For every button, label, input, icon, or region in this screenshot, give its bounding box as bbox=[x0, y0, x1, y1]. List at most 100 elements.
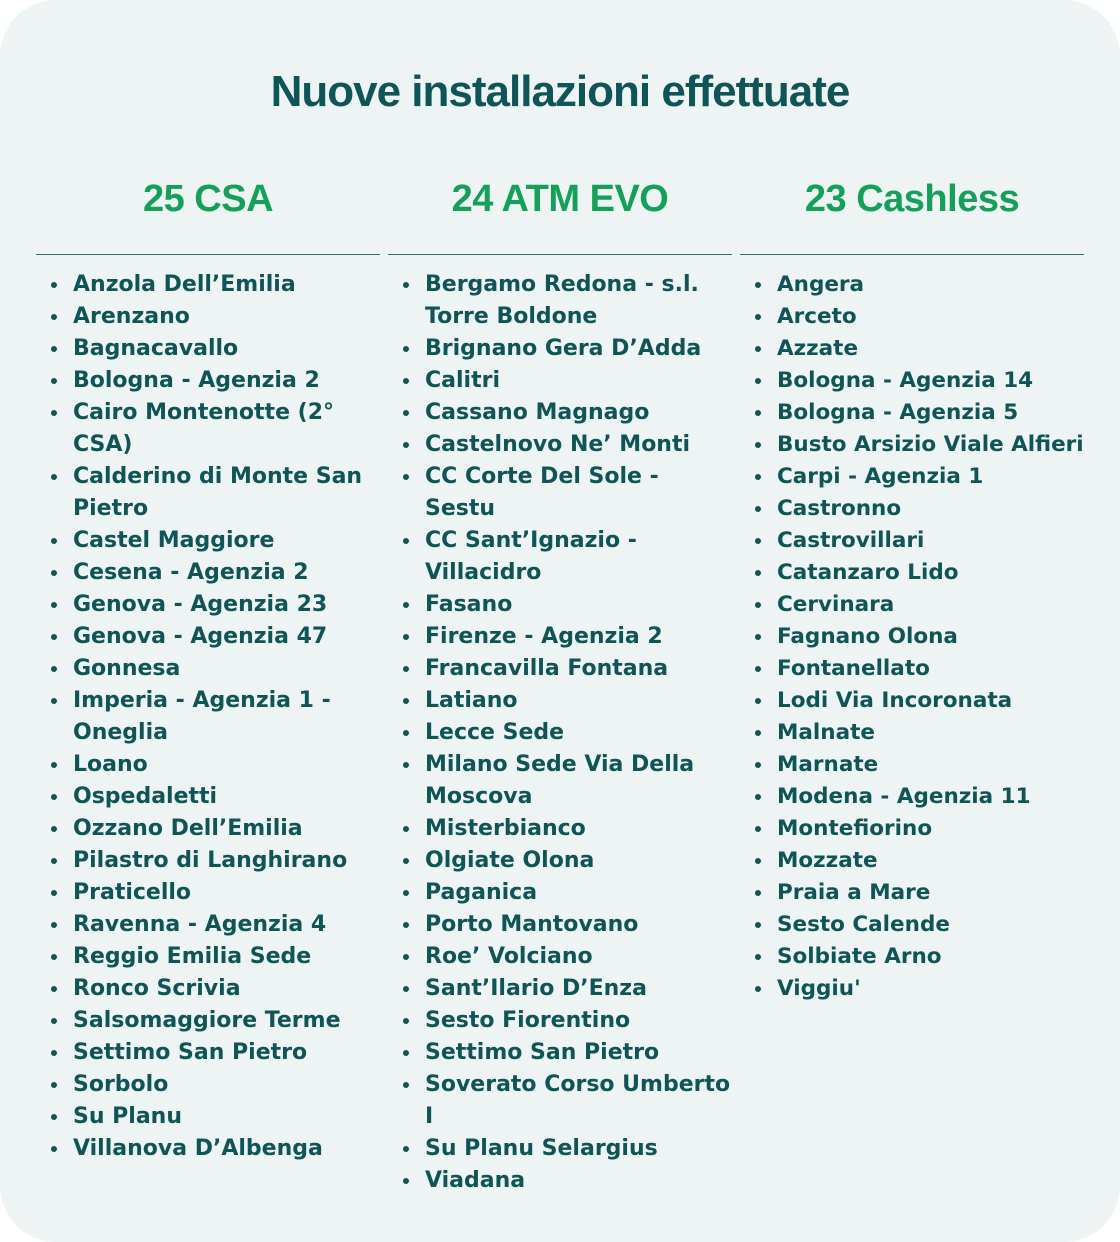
bullet-icon bbox=[403, 1178, 409, 1184]
list-item-label: Pilastro di Langhirano bbox=[73, 848, 348, 873]
list-item-label: Azzate bbox=[777, 336, 859, 361]
location-list: Anzola Dell’Emilia Arenzano Bagnacavallo Bo… bbox=[36, 269, 380, 1165]
bullet-icon bbox=[51, 954, 57, 960]
list-item: Ozzano Dell’Emilia bbox=[36, 813, 380, 845]
bullet-icon bbox=[51, 282, 57, 288]
bullet-icon bbox=[755, 314, 761, 320]
list-item-label: Genova - Agenzia 47 bbox=[73, 624, 328, 649]
bullet-icon bbox=[403, 890, 409, 896]
bullet-icon bbox=[755, 346, 761, 352]
list-item-label: Carpi - Agenzia 1 bbox=[777, 464, 984, 489]
bullet-icon bbox=[403, 634, 409, 640]
bullet-icon bbox=[755, 410, 761, 416]
list-item: Imperia - Agenzia 1 - Oneglia bbox=[36, 685, 380, 749]
list-item: Calderino di Monte San Pietro bbox=[36, 461, 380, 525]
list-item-label: Modena - Agenzia 11 bbox=[777, 784, 1031, 809]
list-item-label: Su Planu bbox=[73, 1104, 183, 1129]
list-item: Ronco Scrivia bbox=[36, 973, 380, 1005]
location-list: Bergamo Redona - s.l. Torre Boldone Brign… bbox=[388, 269, 732, 1197]
bullet-icon bbox=[403, 474, 409, 480]
bullet-icon bbox=[403, 442, 409, 448]
list-item: Reggio Emilia Sede bbox=[36, 941, 380, 973]
list-item-label: Busto Arsizio Viale Alfieri bbox=[777, 432, 1084, 457]
list-item-label: Genova - Agenzia 23 bbox=[73, 592, 328, 617]
column-heading: 24 ATM EVO bbox=[451, 178, 669, 220]
list-item: Cervinara bbox=[740, 589, 1084, 621]
list-item: Sesto Fiorentino bbox=[388, 1005, 732, 1037]
bullet-icon bbox=[51, 346, 57, 352]
column-heading: 25 CSA bbox=[142, 178, 274, 220]
bullet-icon bbox=[755, 890, 761, 896]
column-divider bbox=[388, 254, 732, 255]
bullet-icon bbox=[403, 1018, 409, 1024]
bullet-icon bbox=[755, 506, 761, 512]
list-item-label: Olgiate Olona bbox=[425, 848, 595, 873]
list-item-label: Villanova D’Albenga bbox=[73, 1136, 323, 1161]
bullet-icon bbox=[403, 986, 409, 992]
list-item: Porto Mantovano bbox=[388, 909, 732, 941]
list-item-label: Bologna - Agenzia 5 bbox=[777, 400, 1019, 425]
list-item: Pilastro di Langhirano bbox=[36, 845, 380, 877]
bullet-icon bbox=[51, 1018, 57, 1024]
bullet-icon bbox=[51, 762, 57, 768]
column-divider bbox=[740, 254, 1084, 255]
list-item-label: Viadana bbox=[425, 1168, 526, 1193]
bullet-icon bbox=[755, 858, 761, 864]
bullet-icon bbox=[403, 602, 409, 608]
bullet-icon bbox=[755, 538, 761, 544]
list-item-label: Lodi Via Incoronata bbox=[777, 688, 1013, 713]
column-heading: 23 Cashless bbox=[804, 178, 1020, 220]
bullet-icon bbox=[403, 922, 409, 928]
bullet-icon bbox=[403, 1146, 409, 1152]
location-list: Angera Arceto Azzate Bologna - Agenzia 14 Bo… bbox=[740, 269, 1084, 1005]
list-item-label: Cesena - Agenzia 2 bbox=[73, 560, 309, 585]
bullet-icon bbox=[51, 826, 57, 832]
list-item: Roe’ Volciano bbox=[388, 941, 732, 973]
list-item-label: Castelnovo Ne’ Monti bbox=[425, 432, 691, 457]
bullet-icon bbox=[755, 794, 761, 800]
bullet-icon bbox=[51, 410, 57, 416]
list-item: Fontanellato bbox=[740, 653, 1084, 685]
list-item-label: Ronco Scrivia bbox=[73, 976, 241, 1001]
list-item-label: Mozzate bbox=[777, 848, 878, 873]
bullet-icon bbox=[755, 762, 761, 768]
list-item-label: Castel Maggiore bbox=[73, 528, 275, 553]
list-item: Malnate bbox=[740, 717, 1084, 749]
list-item-label: Latiano bbox=[425, 688, 518, 713]
list-item: Cesena - Agenzia 2 bbox=[36, 557, 380, 589]
bullet-icon bbox=[51, 666, 57, 672]
bullet-icon bbox=[51, 570, 57, 576]
list-item: Angera bbox=[740, 269, 1084, 301]
list-item-label: Cassano Magnago bbox=[425, 400, 650, 425]
list-item-label: Arenzano bbox=[73, 304, 190, 329]
bullet-icon bbox=[755, 602, 761, 608]
bullet-icon bbox=[403, 698, 409, 704]
list-item-label: CC Corte Del Sole - Sestu bbox=[425, 464, 659, 521]
bullet-icon bbox=[755, 666, 761, 672]
list-item: Castelnovo Ne’ Monti bbox=[388, 429, 732, 461]
list-item: Viggiu' bbox=[740, 973, 1084, 1005]
bullet-icon bbox=[755, 474, 761, 480]
list-item: Bologna - Agenzia 2 bbox=[36, 365, 380, 397]
list-item: Bologna - Agenzia 14 bbox=[740, 365, 1084, 397]
bullet-icon bbox=[51, 986, 57, 992]
bullet-icon bbox=[51, 602, 57, 608]
list-item-label: Calderino di Monte San Pietro bbox=[73, 464, 363, 521]
list-item: Arceto bbox=[740, 301, 1084, 333]
bullet-icon bbox=[755, 954, 761, 960]
list-item: Busto Arsizio Viale Alfieri bbox=[740, 429, 1084, 461]
bullet-icon bbox=[403, 730, 409, 736]
list-item-label: Paganica bbox=[425, 880, 538, 905]
list-item-label: Brignano Gera D’Adda bbox=[425, 336, 702, 361]
bullet-icon bbox=[403, 282, 409, 288]
bullet-icon bbox=[403, 666, 409, 672]
list-item-label: Cairo Montenotte (2° CSA) bbox=[73, 400, 335, 457]
list-item: Su Planu bbox=[36, 1101, 380, 1133]
list-item: Montefiorino bbox=[740, 813, 1084, 845]
list-item-label: Sesto Fiorentino bbox=[425, 1008, 631, 1033]
bullet-icon bbox=[403, 826, 409, 832]
list-item: Cassano Magnago bbox=[388, 397, 732, 429]
list-item-label: Fagnano Olona bbox=[777, 624, 958, 649]
list-item: Cairo Montenotte (2° CSA) bbox=[36, 397, 380, 461]
bullet-icon bbox=[403, 346, 409, 352]
